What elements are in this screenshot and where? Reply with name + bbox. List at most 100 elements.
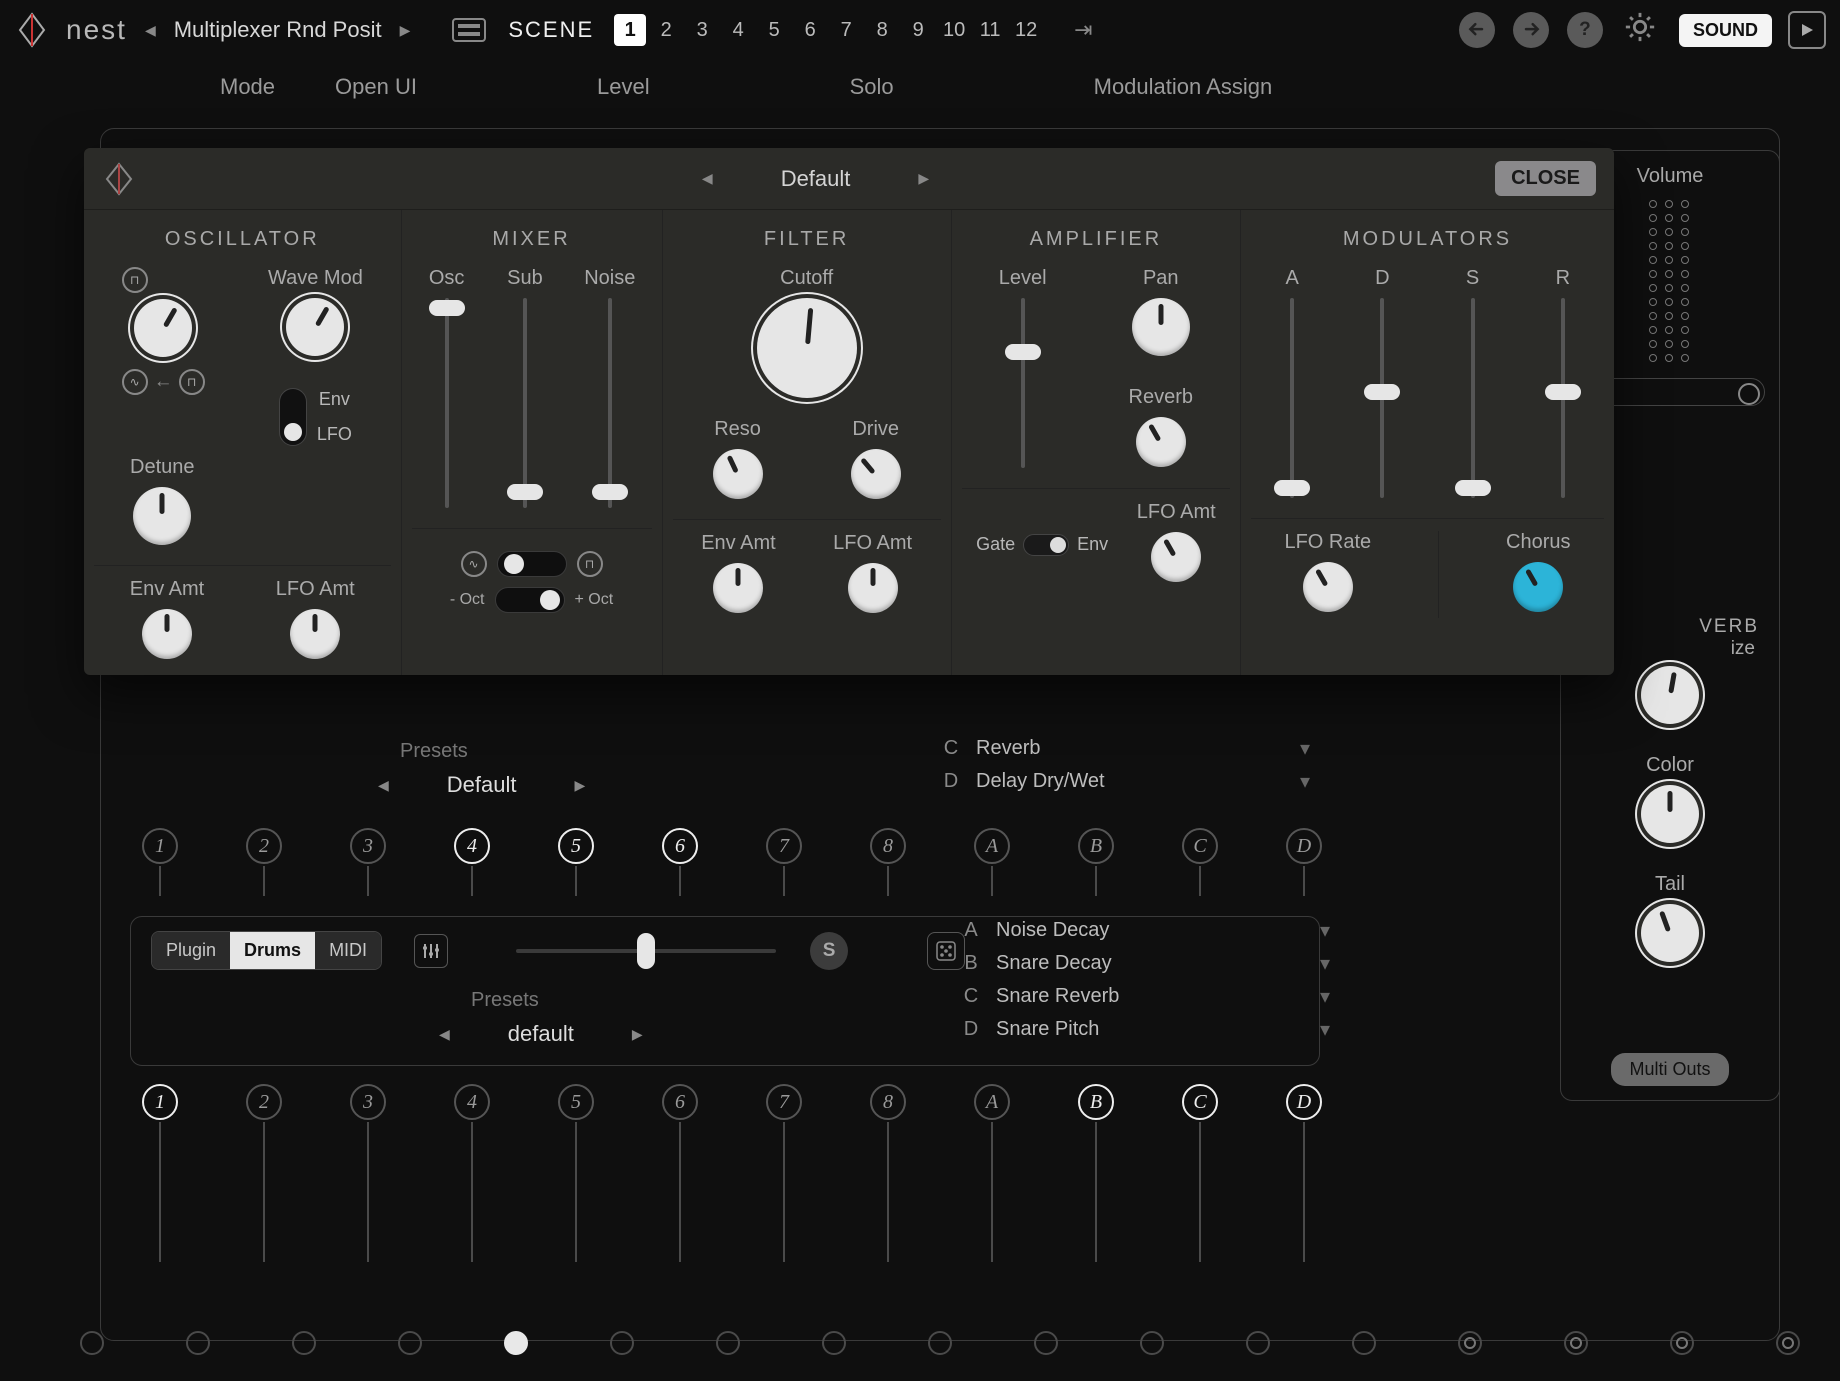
node-7[interactable]: 7 — [766, 1084, 802, 1120]
output-node[interactable] — [610, 1331, 634, 1355]
amp-reverb-knob[interactable] — [1136, 417, 1186, 467]
node-6[interactable]: 6 — [662, 828, 698, 864]
osc-shape-knob[interactable] — [134, 299, 192, 357]
node-5[interactable]: 5 — [558, 1084, 594, 1120]
scene-9[interactable]: 9 — [902, 14, 934, 46]
node-6[interactable]: 6 — [662, 1084, 698, 1120]
undo-button[interactable] — [1459, 12, 1495, 48]
node-C[interactable]: C — [1182, 828, 1218, 864]
redo-button[interactable] — [1513, 12, 1549, 48]
detune-knob[interactable] — [133, 487, 191, 545]
drive-knob[interactable] — [851, 449, 901, 499]
tail-knob[interactable] — [1641, 904, 1699, 962]
cutoff-knob[interactable] — [757, 298, 857, 398]
scene-8[interactable]: 8 — [866, 14, 898, 46]
env-lfo-switch[interactable] — [279, 388, 307, 446]
osc-lfo-amt-knob[interactable] — [290, 609, 340, 659]
output-node[interactable] — [1458, 1331, 1482, 1355]
output-node[interactable] — [928, 1331, 952, 1355]
sub-waveform-toggle[interactable] — [497, 551, 567, 577]
scene-11[interactable]: 11 — [974, 14, 1006, 46]
scene-2[interactable]: 2 — [650, 14, 682, 46]
node-B[interactable]: B — [1078, 1084, 1114, 1120]
wave-saw-icon[interactable]: ⊓ — [122, 267, 148, 293]
solo-button[interactable]: S — [810, 932, 848, 970]
output-node[interactable] — [80, 1331, 104, 1355]
mod-row-a[interactable]: ANoise Decay▾ — [960, 918, 1330, 943]
sub-level-slider[interactable] — [506, 298, 544, 508]
pan-knob[interactable] — [1132, 298, 1190, 356]
mod-row-b[interactable]: BSnare Decay▾ — [960, 951, 1330, 976]
open-ui-button[interactable] — [414, 934, 448, 968]
editor-preset-next[interactable]: ▶ — [910, 170, 937, 187]
osc-level-slider[interactable] — [428, 298, 466, 508]
settings-gear-icon[interactable] — [1623, 10, 1657, 50]
output-node[interactable] — [822, 1331, 846, 1355]
tab-plugin[interactable]: Plugin — [152, 932, 230, 969]
mod-row-d[interactable]: DSnare Pitch▾ — [960, 1017, 1330, 1042]
amp-level-slider[interactable] — [1004, 298, 1042, 468]
tab-midi[interactable]: MIDI — [315, 932, 381, 969]
chorus-knob[interactable] — [1513, 562, 1563, 612]
mod-row-c[interactable]: C Reverb ▾ — [940, 736, 1310, 761]
multi-outs-button[interactable]: Multi Outs — [1611, 1053, 1728, 1086]
list-view-icon[interactable] — [452, 18, 486, 42]
node-C[interactable]: C — [1182, 1084, 1218, 1120]
output-node[interactable] — [1776, 1331, 1800, 1355]
node-4[interactable]: 4 — [454, 828, 490, 864]
play-button[interactable] — [1788, 11, 1826, 49]
node-D[interactable]: D — [1286, 828, 1322, 864]
tab-drums[interactable]: Drums — [230, 932, 315, 969]
preset-next-lower[interactable]: ▶ — [624, 1026, 651, 1043]
help-button[interactable]: ? — [1567, 12, 1603, 48]
scene-1[interactable]: 1 — [614, 14, 646, 46]
output-node[interactable] — [398, 1331, 422, 1355]
node-5[interactable]: 5 — [558, 828, 594, 864]
level-slider[interactable] — [516, 939, 776, 963]
project-prev-icon[interactable]: ◀ — [137, 22, 164, 39]
node-1[interactable]: 1 — [142, 828, 178, 864]
scene-4[interactable]: 4 — [722, 14, 754, 46]
size-knob[interactable] — [1641, 666, 1699, 724]
editor-preset-name[interactable]: Default — [781, 166, 851, 192]
editor-preset-prev[interactable]: ◀ — [694, 170, 721, 187]
node-1[interactable]: 1 — [142, 1084, 178, 1120]
gate-env-toggle[interactable] — [1023, 534, 1069, 556]
scene-12[interactable]: 12 — [1010, 14, 1042, 46]
scene-10[interactable]: 10 — [938, 14, 970, 46]
output-node[interactable] — [504, 1331, 528, 1355]
wave-square-icon[interactable]: ⊓ — [179, 369, 205, 395]
output-node[interactable] — [1034, 1331, 1058, 1355]
output-node[interactable] — [1564, 1331, 1588, 1355]
project-name[interactable]: Multiplexer Rnd Posit — [174, 17, 382, 43]
node-2[interactable]: 2 — [246, 828, 282, 864]
release-slider[interactable] — [1544, 298, 1582, 498]
output-node[interactable] — [186, 1331, 210, 1355]
noise-level-slider[interactable] — [591, 298, 629, 508]
amp-lfo-amt-knob[interactable] — [1151, 532, 1201, 582]
decay-slider[interactable] — [1363, 298, 1401, 498]
preset-next-upper[interactable]: ▶ — [567, 777, 594, 794]
scene-forward-icon[interactable]: ⇥ — [1074, 17, 1092, 43]
output-node[interactable] — [292, 1331, 316, 1355]
scene-5[interactable]: 5 — [758, 14, 790, 46]
output-node[interactable] — [1140, 1331, 1164, 1355]
sustain-slider[interactable] — [1454, 298, 1492, 498]
filter-lfo-amt-knob[interactable] — [848, 563, 898, 613]
osc-env-amt-knob[interactable] — [142, 609, 192, 659]
filter-env-amt-knob[interactable] — [713, 563, 763, 613]
node-D[interactable]: D — [1286, 1084, 1322, 1120]
node-8[interactable]: 8 — [870, 828, 906, 864]
color-knob[interactable] — [1641, 785, 1699, 843]
mod-row-c[interactable]: CSnare Reverb▾ — [960, 984, 1330, 1009]
preset-name-upper[interactable]: Default — [447, 772, 517, 798]
node-A[interactable]: A — [974, 1084, 1010, 1120]
node-A[interactable]: A — [974, 828, 1010, 864]
reso-knob[interactable] — [713, 449, 763, 499]
preset-prev-lower[interactable]: ◀ — [431, 1026, 458, 1043]
node-3[interactable]: 3 — [350, 828, 386, 864]
attack-slider[interactable] — [1273, 298, 1311, 498]
scene-7[interactable]: 7 — [830, 14, 862, 46]
node-2[interactable]: 2 — [246, 1084, 282, 1120]
lfo-rate-knob[interactable] — [1303, 562, 1353, 612]
